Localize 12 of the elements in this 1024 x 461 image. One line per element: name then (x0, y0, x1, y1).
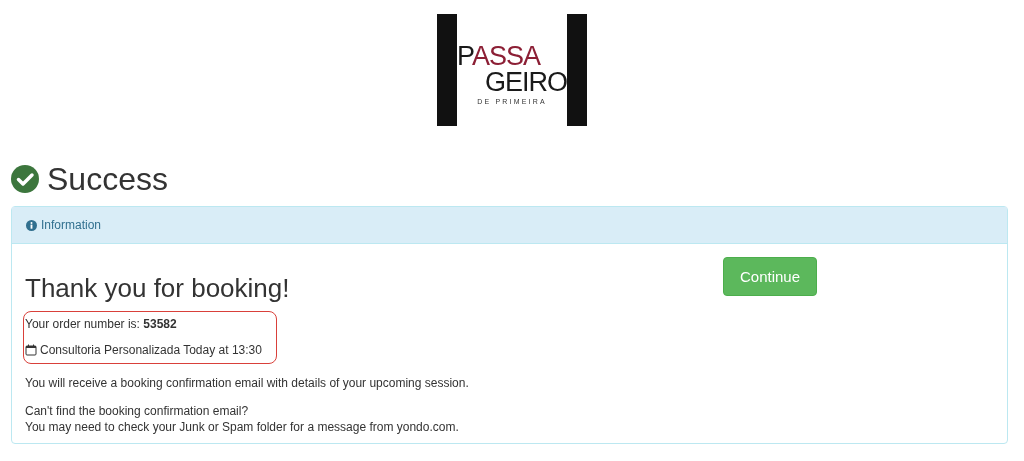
info-icon (26, 219, 37, 231)
page-heading: Success (47, 160, 168, 198)
session-text: Consultoria Personalizada Today at 13:30 (40, 342, 262, 358)
check-circle-icon (11, 165, 39, 193)
order-number-text: Your order number is: 53582 (25, 316, 178, 332)
confirmation-note: You will receive a booking confirmation email with details of your upcoming session. (25, 375, 470, 391)
calendar-icon (25, 344, 37, 356)
panel-title: Thank you for booking! (25, 273, 291, 303)
panel-header: Information (41, 218, 102, 232)
continue-button[interactable]: Continue (723, 257, 817, 296)
help-text: Can't find the booking confirmation email? (25, 403, 250, 419)
help-text: You may need to check your Junk or Spam folder for a message from yondo.com. (25, 419, 460, 435)
